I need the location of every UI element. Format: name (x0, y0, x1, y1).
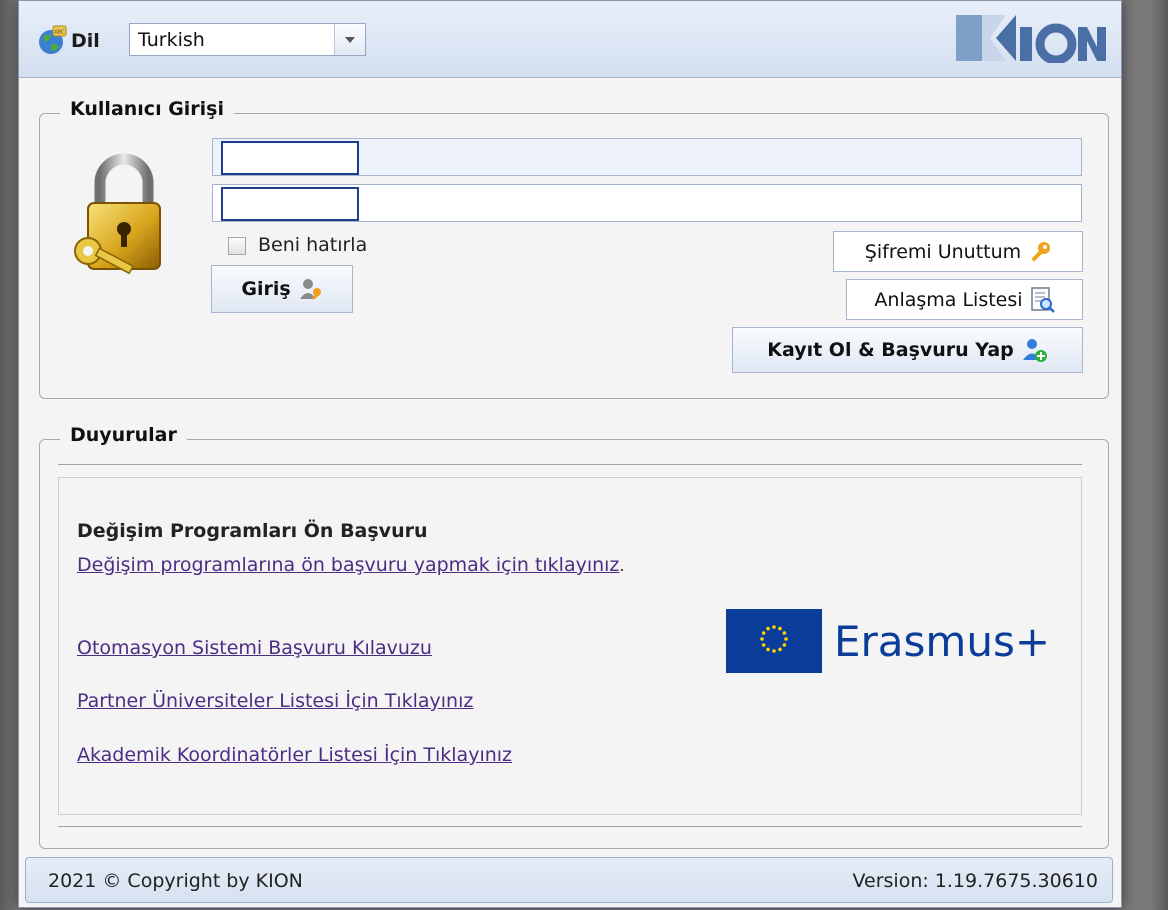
username-field[interactable] (212, 138, 1082, 176)
announcements-legend: Duyurular (60, 424, 187, 446)
lock-key-icon (74, 153, 161, 275)
user-key-icon (299, 279, 321, 300)
academic-coordinators-link[interactable]: Akademik Koordinatörler Listesi İçin Tık… (77, 744, 512, 766)
preapply-paragraph: Değişim programlarına ön başvuru yapmak … (77, 553, 637, 578)
login-window: ABC Dil Turkish Kullanıcı Girişi Beni ha… (18, 0, 1122, 908)
document-search-icon (1030, 286, 1055, 313)
agreement-list-button[interactable]: Anlaşma Listesi (846, 279, 1083, 320)
preapply-link[interactable]: Değişim programlarına ön başvuru yapmak … (77, 554, 619, 576)
register-apply-button[interactable]: Kayıt Ol & Başvuru Yap (732, 327, 1083, 373)
divider (58, 464, 1082, 465)
language-select-value: Turkish (138, 29, 205, 51)
login-button-label: Giriş (241, 278, 291, 300)
register-apply-label: Kayıt Ol & Başvuru Yap (767, 339, 1014, 361)
remember-label: Beni hatırla (258, 234, 368, 256)
eu-flag-icon (726, 609, 822, 673)
erasmus-logo: Erasmus+ (726, 609, 1050, 675)
language-label: Dil (71, 30, 100, 52)
version-text: Version: 1.19.7675.30610 (852, 870, 1099, 892)
announcements-fieldset: Duyurular Değişim Programları Ön Başvuru… (39, 424, 1109, 849)
login-legend: Kullanıcı Girişi (60, 98, 235, 120)
announcement-title: Değişim Programları Ön Başvuru (77, 520, 428, 542)
login-fieldset: Kullanıcı Girişi Beni hatırla Giriş Şifr… (39, 98, 1109, 399)
divider (58, 826, 1082, 827)
erasmus-text: Erasmus+ (834, 617, 1051, 666)
add-user-icon (1022, 339, 1047, 362)
preapply-suffix: . (619, 556, 625, 575)
login-button[interactable]: Giriş (211, 265, 353, 313)
svg-text:ABC: ABC (54, 30, 65, 36)
language-select[interactable]: Turkish (129, 23, 366, 56)
announcement-box: Değişim Programları Ön Başvuru Değişim p… (58, 477, 1082, 815)
forgot-password-button[interactable]: Şifremi Unuttum (833, 231, 1083, 272)
agreement-list-label: Anlaşma Listesi (874, 288, 1023, 311)
kion-logo (956, 15, 1106, 63)
password-field[interactable] (212, 184, 1082, 222)
password-focus-box[interactable] (221, 187, 359, 221)
remember-checkbox[interactable] (228, 237, 246, 255)
username-focus-box[interactable] (221, 141, 359, 175)
copyright-text: 2021 © Copyright by KION (48, 870, 303, 892)
partner-universities-link[interactable]: Partner Üniversiteler Listesi İçin Tıkla… (77, 690, 473, 712)
chevron-down-icon[interactable] (334, 24, 365, 55)
forgot-password-label: Şifremi Unuttum (864, 240, 1022, 263)
header-bar: ABC Dil Turkish (19, 1, 1121, 78)
key-icon (1031, 241, 1051, 262)
application-guide-link[interactable]: Otomasyon Sistemi Başvuru Kılavuzu (77, 637, 432, 659)
globe-language-icon: ABC (39, 25, 67, 54)
footer-bar: 2021 © Copyright by KION Version: 1.19.7… (25, 857, 1113, 903)
